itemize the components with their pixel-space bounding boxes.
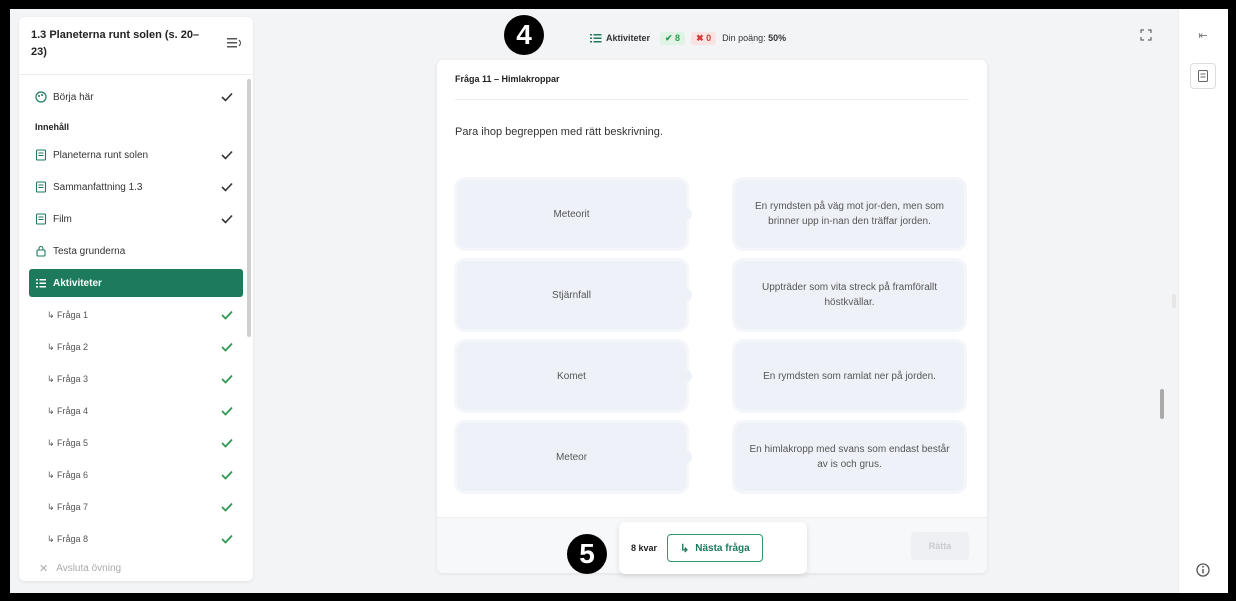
correct-count-badge: ✔ 8 <box>660 31 686 45</box>
score-label: Din poäng: <box>722 33 766 43</box>
content-scrollbar[interactable] <box>1160 389 1164 419</box>
check-icon <box>221 374 233 384</box>
document-icon <box>35 149 47 161</box>
score-text: Din poäng: 50% <box>722 33 786 43</box>
fullscreen-icon[interactable] <box>1140 29 1152 41</box>
sidebar-item-label: Film <box>53 213 72 225</box>
sidebar-item-question-4[interactable]: ↳ Fråga 4 <box>29 397 243 425</box>
check-icon <box>221 214 233 224</box>
sidebar-header: 1.3 Planeterna runt solen (s. 20–23) <box>19 17 253 75</box>
return-arrow-icon: ↳ <box>680 542 690 555</box>
question-card: Fråga 11 – Himlakroppar Para ihop begrep… <box>437 60 987 573</box>
next-question-label: Nästa fråga <box>695 542 750 554</box>
check-icon <box>221 534 233 544</box>
score-value: 50% <box>768 33 787 43</box>
instruction-text: Para ihop begreppen med rätt beskrivning… <box>455 126 663 138</box>
sidebar-item-label: ↳ Fråga 4 <box>47 405 89 416</box>
notes-button[interactable] <box>1190 63 1216 89</box>
sidebar: 1.3 Planeterna runt solen (s. 20–23) Bör… <box>19 17 253 581</box>
sidebar-item-planeterna[interactable]: Planeterna runt solen <box>29 141 243 169</box>
next-question-panel: 8 kvar ↳ Nästa fråga <box>619 522 807 574</box>
right-rail: ⇤ <box>1178 9 1228 593</box>
sidebar-item-label: Sammanfattning 1.3 <box>53 181 143 193</box>
check-icon <box>221 470 233 480</box>
sidebar-item-label: Planeterna runt solen <box>53 149 149 161</box>
sidebar-item-label: Aktiviteter <box>53 277 102 289</box>
term-tile-meteorit[interactable]: Meteorit <box>457 180 692 248</box>
exit-label: Avsluta övning <box>56 563 122 574</box>
description-tile[interactable]: En rymdsten på väg mot jor-den, men som … <box>735 180 964 248</box>
sidebar-scrollbar[interactable] <box>247 79 251 337</box>
sidebar-item-question-7[interactable]: ↳ Fråga 7 <box>29 493 243 521</box>
term-tile-komet[interactable]: Komet <box>457 342 692 410</box>
status-bar: Aktiviteter ✔ 8 ✖ 0 Din poäng: 50% <box>590 31 786 45</box>
remaining-count: 8 kvar <box>631 543 658 553</box>
collapse-panel-icon[interactable]: ⇤ <box>1195 29 1211 45</box>
sidebar-item-question-6[interactable]: ↳ Fråga 6 <box>29 461 243 489</box>
sidebar-item-sammanfattning[interactable]: Sammanfattning 1.3 <box>29 173 243 201</box>
check-icon <box>221 150 233 160</box>
check-icon <box>221 502 233 512</box>
collapse-menu-icon[interactable] <box>227 37 241 49</box>
check-answer-button[interactable]: Rätta <box>911 532 969 560</box>
description-tile[interactable]: En rymdsten som ramlat ner på jorden. <box>735 342 964 410</box>
step-badge-4: 4 <box>504 15 544 55</box>
sidebar-item-label: ↳ Fråga 8 <box>47 533 89 544</box>
check-icon <box>221 182 233 192</box>
check-icon <box>221 310 233 320</box>
list-icon <box>590 34 602 43</box>
sidebar-item-question-3[interactable]: ↳ Fråga 3 <box>29 365 243 393</box>
question-title: Fråga 11 – Himlakroppar <box>455 74 560 84</box>
sidebar-item-question-1[interactable]: ↳ Fråga 1 <box>29 301 243 329</box>
sidebar-item-aktiviteter[interactable]: Aktiviteter <box>29 269 243 297</box>
term-tile-meteor[interactable]: Meteor <box>457 423 692 491</box>
document-icon <box>35 181 47 193</box>
check-icon <box>221 342 233 352</box>
sidebar-item-label: Börja här <box>53 91 94 103</box>
sidebar-item-testa-grunderna[interactable]: Testa grunderna <box>29 237 243 265</box>
sidebar-item-label: ↳ Fråga 2 <box>47 341 89 352</box>
sidebar-item-question-2[interactable]: ↳ Fråga 2 <box>29 333 243 361</box>
divider <box>455 99 969 100</box>
step-badge-5: 5 <box>567 534 607 574</box>
sidebar-item-question-5[interactable]: ↳ Fråga 5 <box>29 429 243 457</box>
info-icon[interactable] <box>1195 562 1211 578</box>
check-icon <box>221 92 233 102</box>
description-tile[interactable]: En himlakropp med svans som endast bestå… <box>735 423 964 491</box>
check-icon <box>221 406 233 416</box>
sidebar-item-label: ↳ Fråga 7 <box>47 501 89 512</box>
activity-label: Aktiviteter <box>606 33 651 43</box>
exit-exercise-button[interactable]: ✕ Avsluta övning <box>39 562 121 575</box>
sidebar-item-film[interactable]: Film <box>29 205 243 233</box>
document-icon <box>35 213 47 225</box>
list-icon <box>36 279 46 288</box>
term-tile-stjarnfall[interactable]: Stjärnfall <box>457 261 692 329</box>
sidebar-item-label: Testa grunderna <box>53 245 126 257</box>
palette-icon <box>35 91 47 103</box>
section-heading: Innehåll <box>35 122 70 132</box>
sidebar-item-question-8[interactable]: ↳ Fråga 8 <box>29 525 243 553</box>
wrong-count-badge: ✖ 0 <box>691 31 717 45</box>
lock-icon <box>36 245 46 257</box>
sidebar-item-start[interactable]: Börja här <box>29 83 243 111</box>
check-icon <box>221 438 233 448</box>
description-tile[interactable]: Uppträder som vita streck på framförallt… <box>735 261 964 329</box>
resize-handle[interactable] <box>1172 294 1176 308</box>
close-icon: ✕ <box>39 563 49 575</box>
sidebar-item-label: ↳ Fråga 3 <box>47 373 89 384</box>
sidebar-item-label: ↳ Fråga 5 <box>47 437 89 448</box>
document-icon <box>1198 70 1208 82</box>
app-frame: 1.3 Planeterna runt solen (s. 20–23) Bör… <box>10 9 1228 593</box>
next-question-button[interactable]: ↳ Nästa fråga <box>667 534 763 562</box>
sidebar-item-label: ↳ Fråga 6 <box>47 469 89 480</box>
sidebar-item-label: ↳ Fråga 1 <box>47 309 89 320</box>
sidebar-title: 1.3 Planeterna runt solen (s. 20–23) <box>31 29 200 58</box>
